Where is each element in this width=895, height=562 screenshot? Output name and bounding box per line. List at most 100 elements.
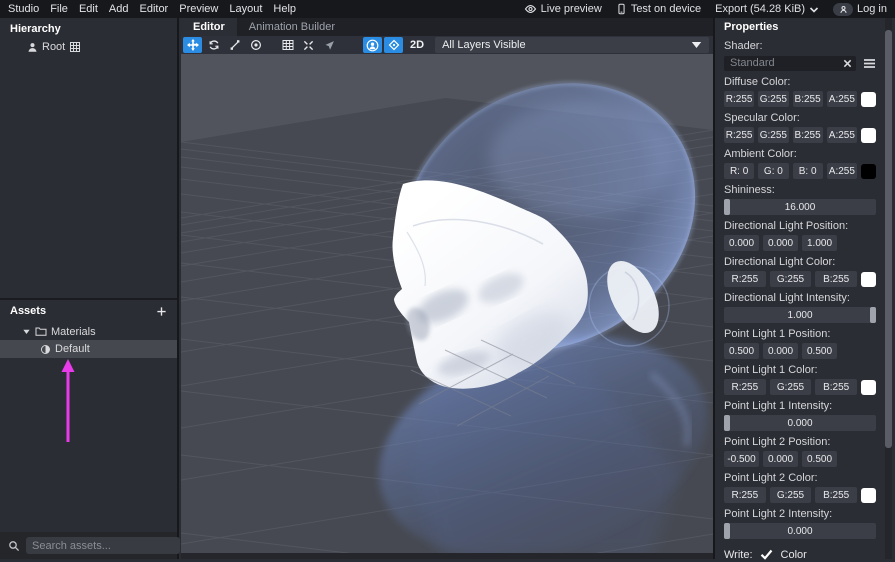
menu-edit[interactable]: Edit [79, 3, 98, 15]
collapse-tool-button[interactable] [299, 37, 318, 53]
pl1-z-field[interactable]: 0.500 [802, 343, 837, 359]
layers-visibility-dropdown[interactable]: All Layers Visible [435, 37, 709, 53]
login-button[interactable]: Log in [833, 2, 887, 16]
pl2-color-swatch[interactable] [861, 487, 877, 503]
test-on-device-button[interactable]: Test on device [616, 3, 701, 15]
diffuse-b-field[interactable]: B:255 [792, 91, 823, 107]
phone-icon [616, 3, 627, 15]
pl1-intensity-slider[interactable]: 0.000 [724, 415, 876, 431]
pl2-z-field[interactable]: 0.500 [802, 451, 837, 467]
diamond-view-button[interactable] [384, 37, 403, 53]
write-color-checkbox[interactable] [759, 547, 775, 562]
table-grid-icon[interactable] [69, 41, 81, 53]
dir-light-r-field[interactable]: R:255 [724, 271, 766, 287]
export-label: Export (54.28 KiB) [715, 3, 806, 15]
shader-select[interactable] [724, 55, 856, 71]
pl1-color-swatch[interactable] [861, 379, 877, 395]
slider-handle[interactable] [724, 199, 730, 215]
ambient-r-field[interactable]: R: 0 [724, 163, 755, 179]
specular-a-field[interactable]: A:255 [826, 127, 857, 143]
assets-item-default[interactable]: Default [0, 340, 177, 358]
pl2-r-field[interactable]: R:255 [724, 487, 766, 503]
top-menu-bar: Studio File Edit Add Editor Preview Layo… [0, 0, 895, 18]
scale-tool-button[interactable] [225, 37, 244, 53]
pl2-x-field[interactable]: -0.500 [724, 451, 759, 467]
rotate-tool-button[interactable] [204, 37, 223, 53]
hamburger-menu-icon[interactable] [863, 58, 876, 69]
pl1-r-field[interactable]: R:255 [724, 379, 766, 395]
caret-down-icon[interactable] [22, 327, 31, 336]
ambient-a-field[interactable]: A:255 [826, 163, 857, 179]
specular-r-field[interactable]: R:255 [724, 127, 755, 143]
diffuse-g-field[interactable]: G:255 [758, 91, 789, 107]
specular-b-field[interactable]: B:255 [792, 127, 823, 143]
globe-tool-button[interactable] [246, 37, 265, 53]
menu-add[interactable]: Add [109, 3, 129, 15]
pl2-intensity-label: Point Light 2 Intensity: [724, 508, 833, 520]
pl1-intensity-label: Point Light 1 Intensity: [724, 400, 833, 412]
specular-g-field[interactable]: G:255 [758, 127, 789, 143]
pl1-g-field[interactable]: G:255 [769, 379, 812, 395]
grid-toggle-button[interactable] [278, 37, 297, 53]
dir-light-pos-row: 0.000 0.000 1.000 [724, 235, 876, 251]
add-asset-icon[interactable] [156, 306, 167, 317]
diffuse-color-swatch[interactable] [861, 91, 876, 107]
diffuse-a-field[interactable]: A:255 [826, 91, 857, 107]
slider-handle[interactable] [724, 523, 730, 539]
dir-light-z-field[interactable]: 1.000 [802, 235, 837, 251]
menu-file[interactable]: File [50, 3, 68, 15]
search-input[interactable] [26, 537, 180, 554]
move-tool-button[interactable] [183, 37, 202, 53]
ambient-color-swatch[interactable] [861, 163, 876, 179]
viewport-3d[interactable] [181, 54, 713, 559]
search-icon [8, 540, 20, 552]
dir-light-y-field[interactable]: 0.000 [763, 235, 798, 251]
live-preview-button[interactable]: Live preview [524, 3, 602, 15]
pl2-b-field[interactable]: B:255 [815, 487, 858, 503]
shininess-slider[interactable]: 16.000 [724, 199, 876, 215]
annotation-up-arrow [60, 358, 76, 444]
dir-light-color-swatch[interactable] [861, 271, 877, 287]
tab-editor[interactable]: Editor [181, 18, 237, 36]
pl2-g-field[interactable]: G:255 [769, 487, 812, 503]
clear-icon[interactable] [843, 59, 852, 68]
specular-color-swatch[interactable] [861, 127, 876, 143]
ambient-b-field[interactable]: B: 0 [792, 163, 823, 179]
pl2-y-field[interactable]: 0.000 [763, 451, 798, 467]
menu-layout[interactable]: Layout [229, 3, 262, 15]
person-view-button[interactable] [363, 37, 382, 53]
dir-light-x-field[interactable]: 0.000 [724, 235, 759, 251]
pl1-y-field[interactable]: 0.000 [763, 343, 798, 359]
dir-light-b-field[interactable]: B:255 [815, 271, 858, 287]
dir-light-g-field[interactable]: G:255 [769, 271, 812, 287]
ambient-g-field[interactable]: G: 0 [758, 163, 789, 179]
menu-help[interactable]: Help [273, 3, 296, 15]
hierarchy-item-root[interactable]: Root [0, 39, 177, 55]
tab-animation-builder[interactable]: Animation Builder [237, 18, 347, 36]
menu-preview[interactable]: Preview [179, 3, 218, 15]
shader-input[interactable] [724, 57, 856, 69]
editor-area: Editor Animation Builder 2D All Layers V… [181, 18, 713, 559]
slider-handle[interactable] [870, 307, 876, 323]
menu-editor[interactable]: Editor [139, 3, 168, 15]
assets-folder-materials[interactable]: Materials [0, 323, 177, 340]
navigate-tool-button[interactable] [320, 37, 339, 53]
pl1-color-label: Point Light 1 Color: [724, 364, 818, 376]
shininess-value: 16.000 [784, 201, 816, 213]
person-bust-icon [27, 42, 38, 53]
dir-light-intensity-slider[interactable]: 1.000 [724, 307, 876, 323]
export-button[interactable]: Export (54.28 KiB) [715, 3, 819, 15]
dropdown-caret-icon [691, 41, 702, 49]
scrollbar-thumb[interactable] [885, 30, 892, 448]
pl1-pos-row: 0.500 0.000 0.500 [724, 343, 876, 359]
pl1-x-field[interactable]: 0.500 [724, 343, 759, 359]
menu-studio[interactable]: Studio [8, 3, 39, 15]
properties-scrollbar[interactable] [885, 18, 892, 559]
pl2-intensity-slider[interactable]: 0.000 [724, 523, 876, 539]
editor-tabbar: Editor Animation Builder [181, 18, 713, 36]
slider-handle[interactable] [724, 415, 730, 431]
mode-2d-button[interactable]: 2D [405, 39, 429, 51]
diffuse-color-row: R:255 G:255 B:255 A:255 [724, 91, 876, 107]
pl1-b-field[interactable]: B:255 [815, 379, 858, 395]
diffuse-r-field[interactable]: R:255 [724, 91, 755, 107]
